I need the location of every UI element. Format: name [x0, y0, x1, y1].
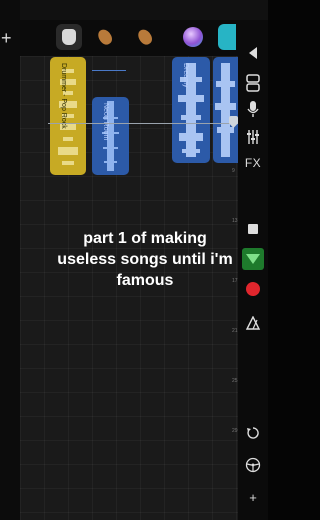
dreamy-region-label: Dreamy — [182, 63, 189, 88]
drummer-region[interactable]: Drummer - Pop Rock — [50, 57, 86, 175]
video-caption: part 1 of making useless songs until i'm… — [20, 228, 270, 291]
neon-room-region[interactable]: Neon Room — [92, 97, 129, 175]
acoustic-guitar-icon[interactable] — [92, 24, 118, 50]
bar-number: 29 — [232, 428, 238, 434]
steering-wheel-icon[interactable] — [242, 454, 264, 476]
drummer-waveform — [58, 69, 78, 165]
drum-kit-icon[interactable] — [56, 24, 82, 50]
neon-room-region-label: Neon Room — [102, 103, 109, 141]
dreamy-region-continued[interactable] — [213, 57, 238, 163]
bar-number: 9 — [232, 168, 235, 174]
dreamy-waveform — [178, 63, 204, 157]
music-app-screen: + Drummer - Pop Rock Neon Room Dreamy 9 … — [0, 0, 292, 520]
left-gutter: + — [0, 0, 20, 520]
dreamy-waveform — [215, 63, 236, 157]
loop-browser-icon[interactable] — [242, 72, 264, 94]
caption-line: part 1 of making — [83, 230, 207, 247]
neon-room-waveform — [102, 101, 119, 171]
neon-automation-line — [92, 70, 126, 71]
caption-line: useless songs until i'm — [57, 251, 233, 268]
bar-number: 13 — [232, 218, 238, 224]
add-section-button[interactable]: + — [242, 486, 264, 508]
triangle-left-icon[interactable] — [242, 42, 264, 64]
bar-number: 25 — [232, 378, 238, 384]
dreamy-region[interactable]: Dreamy — [172, 57, 210, 163]
right-edge-bar — [268, 0, 292, 520]
mixer-icon[interactable] — [242, 126, 264, 148]
bar-number: 21 — [232, 328, 238, 334]
acoustic-guitar-icon[interactable] — [132, 24, 158, 50]
track-header-strip — [20, 20, 238, 56]
instrument-icon[interactable] — [218, 24, 236, 50]
caption-line: famous — [116, 272, 174, 289]
microphone-icon[interactable] — [242, 98, 264, 120]
playhead-line — [48, 123, 238, 124]
tuner-icon[interactable] — [242, 312, 264, 334]
fx-button[interactable]: FX — [242, 152, 264, 174]
fx-label: FX — [244, 156, 262, 170]
synth-orb-icon[interactable] — [180, 24, 206, 50]
drummer-region-label: Drummer - Pop Rock — [60, 63, 67, 129]
loop-icon[interactable] — [242, 422, 264, 444]
add-track-button[interactable]: + — [1, 28, 12, 49]
